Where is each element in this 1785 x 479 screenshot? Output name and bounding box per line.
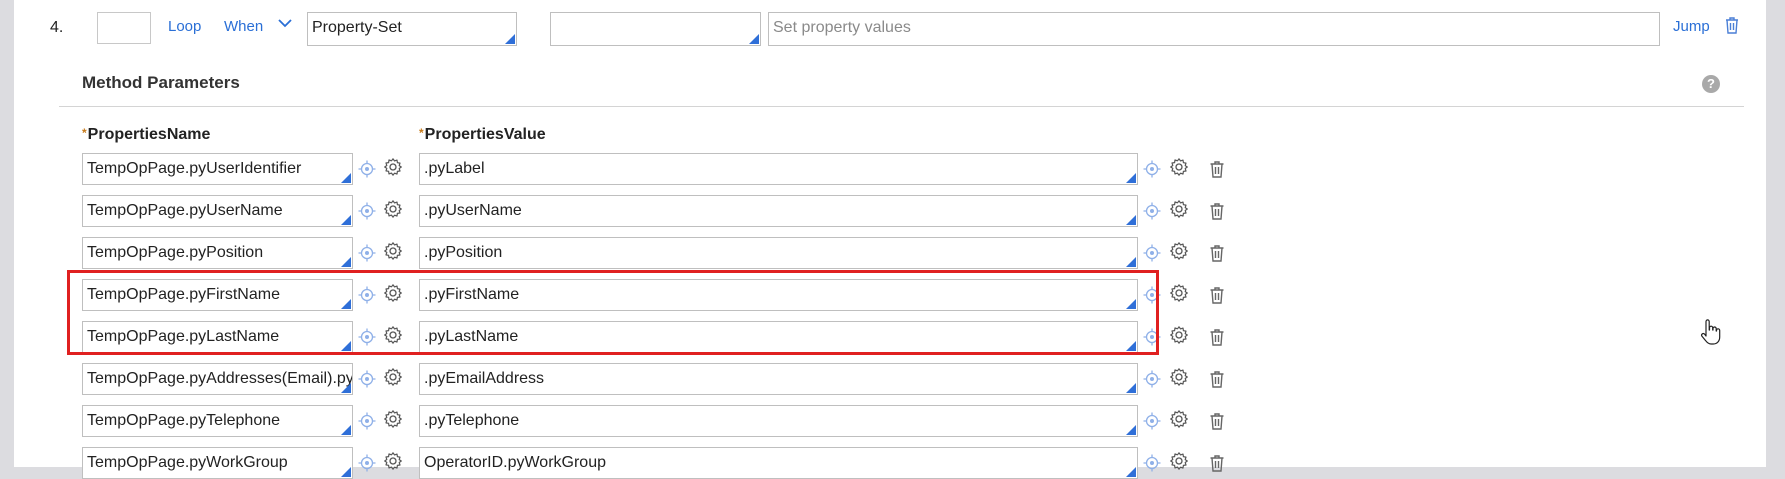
when-link[interactable]: When xyxy=(224,18,263,35)
property-value-field[interactable]: OperatorID.pyWorkGroup xyxy=(419,447,1138,479)
property-value-value: .pyUserName xyxy=(424,202,522,219)
col-value-label: PropertiesValue xyxy=(424,126,546,143)
gear-icon[interactable] xyxy=(1169,241,1189,261)
trash-icon[interactable] xyxy=(1207,285,1227,305)
target-icon[interactable] xyxy=(357,159,377,179)
trash-icon[interactable] xyxy=(1722,15,1742,35)
target-icon[interactable] xyxy=(357,411,377,431)
step-number: 4. xyxy=(50,19,64,36)
trash-icon[interactable] xyxy=(1207,243,1227,263)
step-label-input[interactable] xyxy=(97,12,151,44)
gear-icon[interactable] xyxy=(1169,367,1189,387)
col-header-properties-value: *PropertiesValue xyxy=(419,126,546,144)
target-icon[interactable] xyxy=(1142,411,1162,431)
property-name-field[interactable]: TempOpPage.pyUserName xyxy=(82,195,353,227)
property-name-value: TempOpPage.pyTelephone xyxy=(87,412,281,429)
property-value-value: .pyPosition xyxy=(424,244,503,261)
method-parameters-title: Method Parameters xyxy=(82,73,240,92)
trash-icon[interactable] xyxy=(1207,411,1227,431)
property-value-field[interactable]: .pyTelephone xyxy=(419,405,1138,437)
loop-link[interactable]: Loop xyxy=(168,18,201,35)
property-name-value: TempOpPage.pyUserName xyxy=(87,202,283,219)
gear-icon[interactable] xyxy=(1169,199,1189,219)
trash-icon[interactable] xyxy=(1207,369,1227,389)
property-name-field[interactable]: TempOpPage.pyAddresses(Email).py xyxy=(82,363,353,395)
gear-icon[interactable] xyxy=(1169,157,1189,177)
target-icon[interactable] xyxy=(1142,159,1162,179)
property-value-field[interactable]: .pyPosition xyxy=(419,237,1138,269)
property-name-value: TempOpPage.pyAddresses(Email).py xyxy=(87,370,353,387)
target-icon[interactable] xyxy=(1142,201,1162,221)
property-value-field[interactable]: .pyLabel xyxy=(419,153,1138,185)
chevron-down-icon[interactable] xyxy=(276,16,294,30)
gear-icon[interactable] xyxy=(383,241,403,261)
gear-icon[interactable] xyxy=(1169,409,1189,429)
step-panel xyxy=(14,0,1766,467)
gear-icon[interactable] xyxy=(383,199,403,219)
description-placeholder: Set property values xyxy=(773,19,911,36)
trash-icon[interactable] xyxy=(1207,453,1227,473)
required-star: * xyxy=(419,126,424,140)
target-icon[interactable] xyxy=(1142,243,1162,263)
property-value-value: .pyLabel xyxy=(424,160,485,177)
target-icon[interactable] xyxy=(357,243,377,263)
col-name-label: PropertiesName xyxy=(87,126,211,143)
property-value-value: .pyEmailAddress xyxy=(424,370,545,387)
trash-icon[interactable] xyxy=(1207,327,1227,347)
property-name-value: TempOpPage.pyWorkGroup xyxy=(87,454,288,471)
step-page-field[interactable] xyxy=(550,12,761,46)
property-value-field[interactable]: .pyUserName xyxy=(419,195,1138,227)
gear-icon[interactable] xyxy=(383,409,403,429)
help-icon[interactable]: ? xyxy=(1702,75,1720,93)
target-icon[interactable] xyxy=(357,369,377,389)
highlight-box xyxy=(67,270,1159,355)
col-header-properties-name: *PropertiesName xyxy=(82,126,210,144)
target-icon[interactable] xyxy=(1142,369,1162,389)
property-value-value: .pyTelephone xyxy=(424,412,520,429)
target-icon[interactable] xyxy=(1142,453,1162,473)
trash-icon[interactable] xyxy=(1207,201,1227,221)
gear-icon[interactable] xyxy=(1169,325,1189,345)
property-value-value: OperatorID.pyWorkGroup xyxy=(424,454,606,471)
target-icon[interactable] xyxy=(357,201,377,221)
property-name-field[interactable]: TempOpPage.pyUserIdentifier xyxy=(82,153,353,185)
jump-link[interactable]: Jump xyxy=(1673,18,1710,35)
property-value-field[interactable]: .pyEmailAddress xyxy=(419,363,1138,395)
required-star: * xyxy=(82,126,87,140)
property-name-field[interactable]: TempOpPage.pyWorkGroup xyxy=(82,447,353,479)
description-input[interactable]: Set property values xyxy=(768,12,1660,46)
method-field[interactable]: Property-Set xyxy=(307,12,517,46)
property-name-value: TempOpPage.pyUserIdentifier xyxy=(87,160,302,177)
gear-icon[interactable] xyxy=(383,367,403,387)
method-value: Property-Set xyxy=(312,19,402,36)
trash-icon[interactable] xyxy=(1207,159,1227,179)
property-name-value: TempOpPage.pyPosition xyxy=(87,244,264,261)
gear-icon[interactable] xyxy=(383,451,403,471)
gear-icon[interactable] xyxy=(1169,451,1189,471)
target-icon[interactable] xyxy=(357,453,377,473)
hand-cursor-icon xyxy=(1701,319,1721,345)
property-name-field[interactable]: TempOpPage.pyPosition xyxy=(82,237,353,269)
gear-icon[interactable] xyxy=(1169,283,1189,303)
section-divider xyxy=(59,106,1744,107)
gear-icon[interactable] xyxy=(383,157,403,177)
property-name-field[interactable]: TempOpPage.pyTelephone xyxy=(82,405,353,437)
